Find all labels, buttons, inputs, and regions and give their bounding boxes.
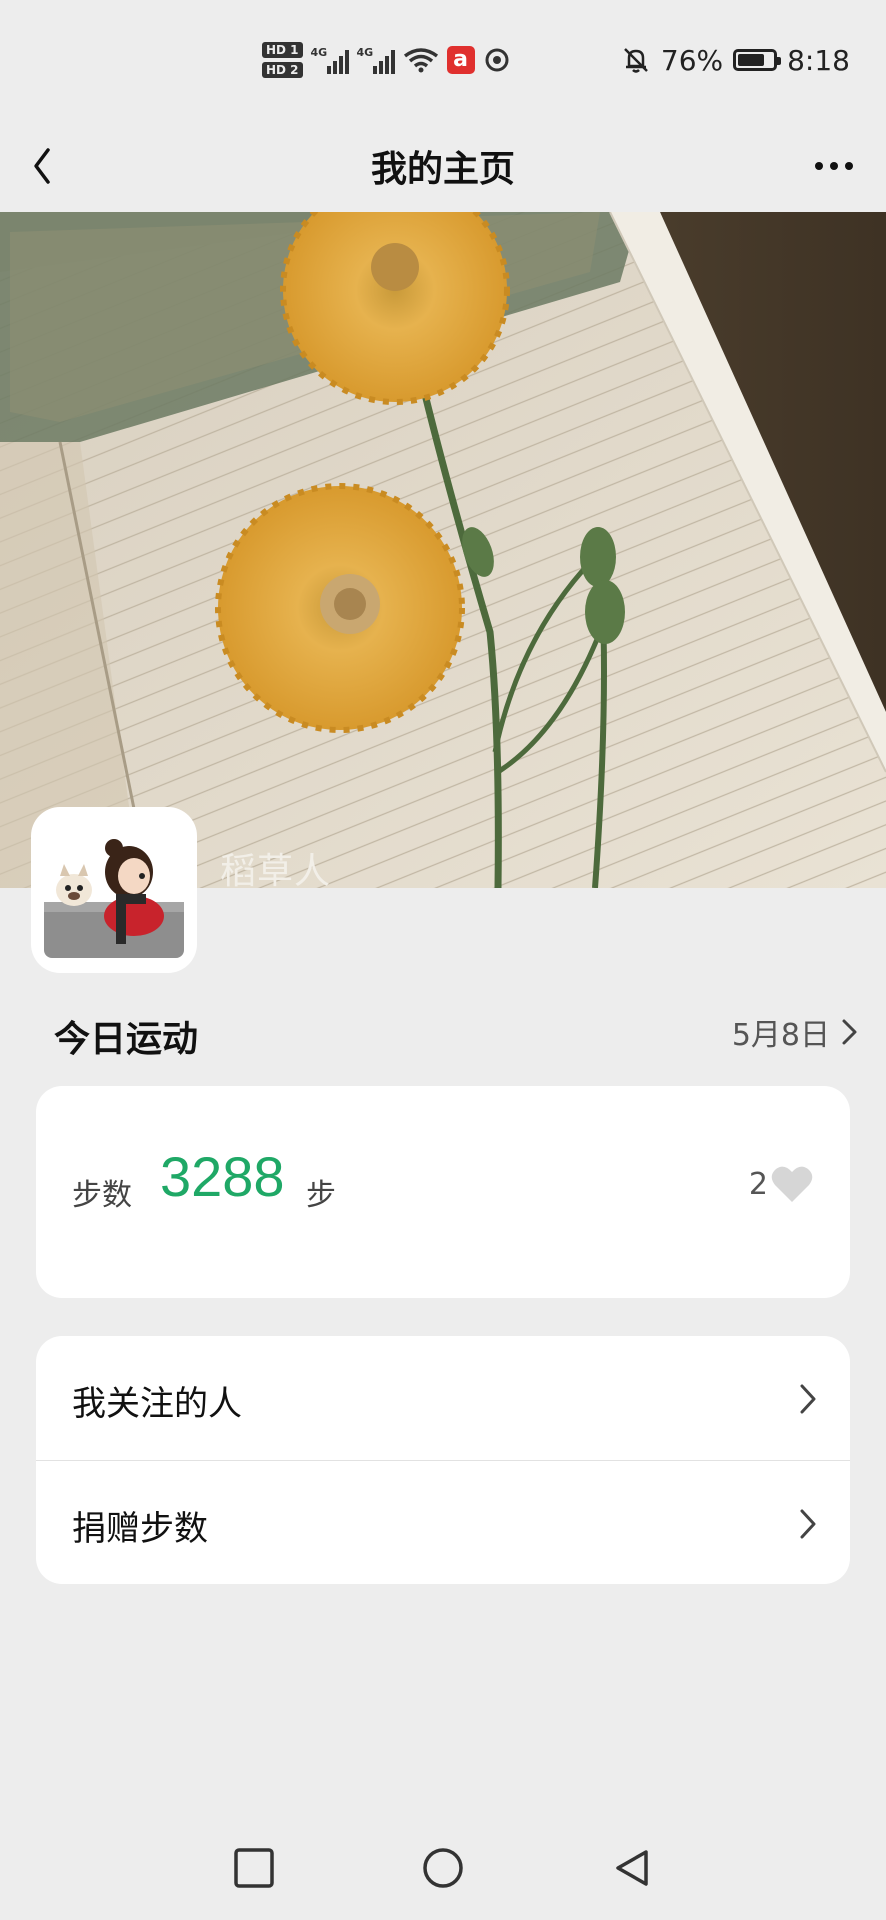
mute-bell-icon: [623, 48, 648, 73]
status-bar: HD 1 HD 2 4G 4G a 76% 8:18: [0, 0, 886, 120]
circle-home-icon[interactable]: [421, 1846, 465, 1890]
chevron-right-icon: [800, 1509, 816, 1539]
location-icon: [485, 48, 509, 72]
avatar[interactable]: [34, 810, 194, 970]
profile-username: 稻草人: [220, 851, 332, 892]
nav-bar: 我的主页: [0, 120, 886, 212]
wifi-icon: [403, 48, 438, 73]
status-right-icons: 76% 8:18: [621, 40, 850, 80]
like-button[interactable]: 2: [749, 1164, 814, 1204]
heart-icon: [771, 1166, 813, 1202]
today-date-label: 5月8日: [731, 1018, 830, 1053]
more-dots-icon: [815, 162, 823, 170]
net2-label: 4G: [356, 46, 374, 59]
menu-item-label: 捐赠步数: [72, 1509, 208, 1549]
status-left-icons: HD 1 HD 2 4G 4G a: [262, 40, 511, 80]
battery-icon: [733, 49, 782, 71]
steps-label: 步数: [72, 1178, 132, 1213]
avatar-illustration: [34, 810, 194, 970]
today-exercise-title: 今日运动: [54, 1019, 199, 1060]
cover-image[interactable]: [0, 212, 886, 888]
menu-item-following[interactable]: 我关注的人: [36, 1336, 850, 1460]
chevron-right-icon: [842, 1019, 857, 1045]
square-recent-icon[interactable]: [232, 1846, 276, 1890]
cover-photo: [0, 212, 886, 888]
page-title: 我的主页: [370, 149, 515, 190]
signal-icon: 4G: [311, 46, 349, 74]
chevron-right-icon: [800, 1384, 816, 1414]
steps-value: 3288: [160, 1145, 285, 1208]
like-count: 2: [748, 1166, 768, 1202]
battery-percent: 76%: [660, 43, 724, 77]
date-selector[interactable]: 5月8日: [732, 1008, 860, 1056]
signal-icon-2: 4G: [357, 46, 395, 74]
menu-item-donate-steps[interactable]: 捐赠步数: [36, 1460, 850, 1584]
clock: 8:18: [787, 43, 850, 77]
steps-unit: 步: [306, 1178, 336, 1213]
menu-item-label: 我关注的人: [72, 1384, 242, 1424]
sim1-badge: HD 1: [262, 42, 303, 58]
more-button[interactable]: [804, 136, 864, 196]
menu-card: 我关注的人 捐赠步数: [36, 1336, 850, 1584]
sim2-badge: HD 2: [262, 62, 303, 78]
hd-icon: HD 1 HD 2: [262, 42, 303, 78]
triangle-back-icon[interactable]: [610, 1846, 654, 1890]
app-notification-icon: a: [446, 46, 475, 74]
steps-card: 步数 3288 步 2: [36, 1086, 850, 1298]
net1-label: 4G: [310, 46, 328, 59]
system-nav-bar: [0, 1820, 886, 1920]
